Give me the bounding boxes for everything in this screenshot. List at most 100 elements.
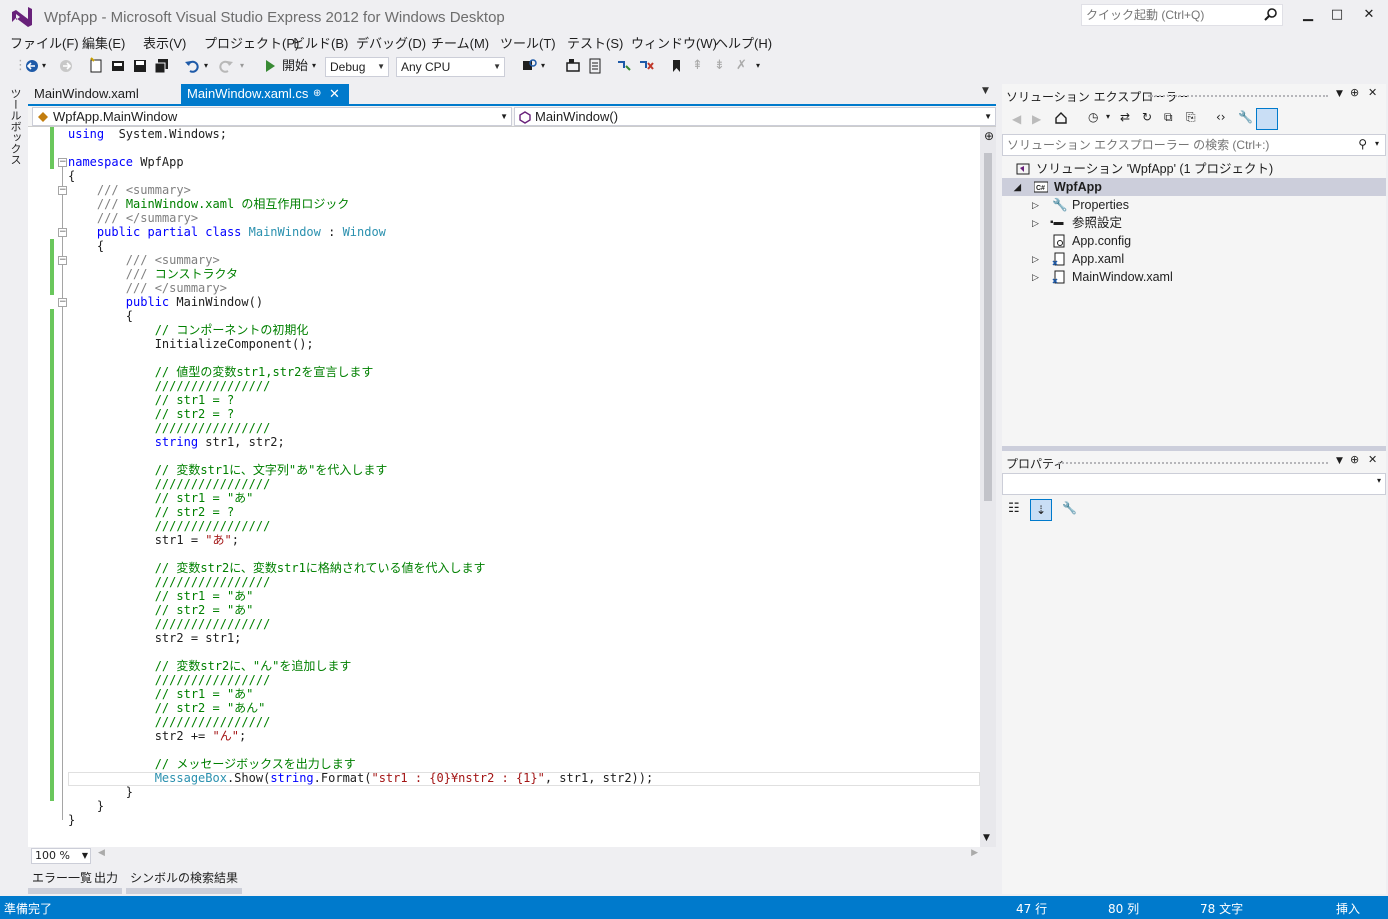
search-options-icon[interactable]: ▾ [1375,139,1379,148]
code-line[interactable] [68,547,980,561]
code-line[interactable]: //////////////// [68,421,980,435]
menu-file[interactable]: ファイル(F) [10,33,79,52]
clear-bookmarks-icon[interactable]: ✗ [736,56,747,76]
code-line[interactable]: str2 += "ん"; [68,729,980,743]
menu-test[interactable]: テスト(S) [567,33,623,52]
show-all-files-icon[interactable]: ⎘ [1186,110,1196,125]
home-icon[interactable] [1054,111,1068,128]
code-line[interactable]: //////////////// [68,477,980,491]
search-icon[interactable] [1264,7,1278,21]
categorized-icon[interactable]: ☷ [1008,501,1026,519]
prev-bookmark-icon[interactable]: ⇞ [692,56,703,76]
scroll-left-icon[interactable]: ◀ [98,848,105,858]
tabs-dropdown-icon[interactable]: ▼ [982,86,989,96]
start-dropdown-icon[interactable]: ▾ [312,56,316,76]
code-line[interactable]: // 変数str1に、文字列"あ"を代入します [68,463,980,477]
collapse-icon[interactable]: − [58,186,67,195]
quick-launch-input[interactable] [1086,7,1256,23]
solution-explorer-toolbar-icon[interactable] [565,56,581,76]
minimize-button[interactable]: ▁ [1294,6,1322,26]
scroll-right-icon[interactable]: ▶ [971,848,978,858]
forward-navigation-button[interactable] [58,56,74,76]
toolbox-tab[interactable]: ツールボックス [7,88,23,165]
start-debugging-button[interactable] [264,56,276,76]
properties-wrench-icon[interactable]: 🔧 [1238,110,1253,124]
remove-comment-icon[interactable] [638,56,654,76]
maximize-button[interactable]: □ [1323,6,1351,26]
close-window-button[interactable]: ✕ [1355,6,1383,26]
code-line[interactable]: // str1 = "あ" [68,589,980,603]
solution-search-input[interactable] [1007,137,1337,153]
code-line[interactable] [68,351,980,365]
code-line[interactable]: string str1, str2; [68,435,980,449]
code-line[interactable]: } [68,799,980,813]
collapsed-arrow-icon[interactable]: ▷ [1032,196,1039,214]
redo-dropdown-icon[interactable]: ▾ [240,56,244,76]
start-label[interactable]: 開始 [282,56,308,76]
new-project-icon[interactable] [88,56,104,76]
code-line[interactable]: // str1 = "あ" [68,687,980,701]
tab-error-list[interactable]: エラー一覧 [28,868,97,894]
code-line[interactable]: // 値型の変数str1,str2を宣言します [68,365,980,379]
menu-tools[interactable]: ツール(T) [500,33,556,52]
code-line[interactable]: /// <summary> [68,253,980,267]
refresh-icon[interactable]: ↻ [1142,110,1152,124]
member-navigation-combo[interactable]: MainWindow() ▼ [514,107,996,126]
code-editor[interactable]: − − − − − using System.Windows; namespace… [28,127,996,847]
tree-item-mainwindow-xaml[interactable]: ▷ MainWindow.xaml [1002,268,1386,286]
solution-explorer-search[interactable]: ⚲ ▾ [1002,134,1386,156]
tab-output[interactable]: 出力 [90,868,123,894]
sync-icon[interactable]: ⇄ [1120,110,1130,124]
code-line[interactable] [68,449,980,463]
code-line[interactable]: // str1 = ? [68,393,980,407]
property-pages-icon[interactable]: 🔧 [1062,501,1077,515]
collapse-all-icon[interactable]: ⧉ [1164,110,1173,125]
code-line[interactable]: str2 = str1; [68,631,980,645]
code-line[interactable]: InitializeComponent(); [68,337,980,351]
search-icon[interactable]: ⚲ [1358,137,1367,151]
menu-build[interactable]: ビルド(B) [292,33,348,52]
code-line[interactable]: { [68,239,980,253]
preview-selected-items-icon[interactable] [1256,108,1278,130]
code-line[interactable]: //////////////// [68,519,980,533]
undo-dropdown-icon[interactable]: ▾ [204,56,208,76]
menu-view[interactable]: 表示(V) [143,33,186,52]
close-tab-icon[interactable]: ✕ [329,84,340,104]
panel-dropdown-icon[interactable]: ▼ [1336,456,1343,466]
scroll-down-icon[interactable]: ▼ [983,833,990,843]
pending-changes-icon[interactable]: ◷ [1088,110,1098,124]
code-line[interactable]: namespace WpfApp [68,155,980,169]
solution-configuration-combo[interactable]: Debug ▼ [325,57,389,77]
code-line[interactable]: { [68,169,980,183]
save-all-icon[interactable] [154,56,170,76]
code-line[interactable]: } [68,813,980,827]
code-line[interactable]: // コンポーネントの初期化 [68,323,980,337]
close-icon[interactable]: ✕ [1368,453,1377,466]
code-line[interactable]: // メッセージボックスを出力します [68,757,980,771]
tree-item-app-config[interactable]: App.config [1002,232,1386,250]
code-line[interactable]: //////////////// [68,673,980,687]
solution-platform-combo[interactable]: Any CPU ▼ [396,57,505,77]
collapse-icon[interactable]: − [58,256,67,265]
code-line[interactable]: // str2 = "あ" [68,603,980,617]
code-line[interactable]: /// コンストラクタ [68,267,980,281]
zoom-combo[interactable]: 100 % ▼ [31,848,91,864]
open-file-icon[interactable] [110,56,126,76]
code-line[interactable]: // str1 = "あ" [68,491,980,505]
tree-solution-node[interactable]: ソリューション 'WpfApp' (1 プロジェクト) [1002,160,1386,178]
back-navigation-button[interactable] [24,56,40,76]
panel-dropdown-icon[interactable]: ▼ [1336,89,1343,99]
object-selector-combo[interactable]: ▾ [1002,473,1386,495]
tree-project-node[interactable]: ◢ C# WpfApp [1002,178,1386,196]
code-line[interactable]: using System.Windows; [68,127,980,141]
menu-project[interactable]: プロジェクト(P) [204,33,299,52]
vertical-scrollbar[interactable]: ⊕ ▼ [980,127,996,847]
expanded-arrow-icon[interactable]: ◢ [1014,178,1021,196]
bookmark-icon[interactable] [670,56,682,76]
code-line[interactable]: //////////////// [68,575,980,589]
code-text[interactable]: using System.Windows; namespace WpfApp{ /… [68,127,980,847]
dropdown-icon[interactable]: ▾ [1106,112,1110,121]
find-in-files-icon[interactable] [521,56,537,76]
code-line[interactable] [68,645,980,659]
tab-mainwindow-xaml[interactable]: MainWindow.xaml [28,84,180,104]
